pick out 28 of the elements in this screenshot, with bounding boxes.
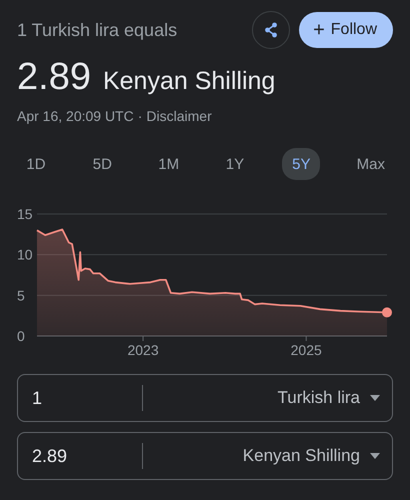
range-tab[interactable]: 5D [83,148,122,180]
axis-label: 2023 [127,342,159,358]
axis-label: 2025 [290,342,322,358]
follow-button[interactable]: + Follow [299,12,393,48]
caret-icon [370,453,380,459]
axis-label: 15 [17,206,33,222]
exchange-rate: 2.89 [17,56,91,99]
separator: · [138,108,142,124]
caret-icon [370,395,380,401]
range-tab[interactable]: 1D [17,148,55,180]
range-tab[interactable]: 5Y [282,148,320,180]
disclaimer-link[interactable]: Disclaimer [146,108,212,124]
range-tab[interactable]: Max [348,148,393,180]
axis-label: 5 [17,287,25,304]
currency-dropdown[interactable]: Kenyan Shilling [143,446,392,466]
share-button[interactable] [252,11,290,49]
amount-field[interactable]: 1 [18,383,142,413]
subtitle: 1 Turkish lira equals [17,20,178,40]
axis-label: 10 [17,246,33,263]
currency-dropdown[interactable]: Turkish lira [143,388,392,408]
timestamp: Apr 16, 20:09 UTC [17,108,134,124]
amount-field[interactable]: 2.89 [18,441,142,471]
currency-name: Kenyan Shilling [102,67,276,96]
range-tab[interactable]: 1Y [216,148,254,180]
range-tab[interactable]: 1M [150,148,188,180]
end-point-marker [382,307,392,318]
axis-label: 0 [17,328,25,344]
share-icon[interactable] [263,22,280,38]
